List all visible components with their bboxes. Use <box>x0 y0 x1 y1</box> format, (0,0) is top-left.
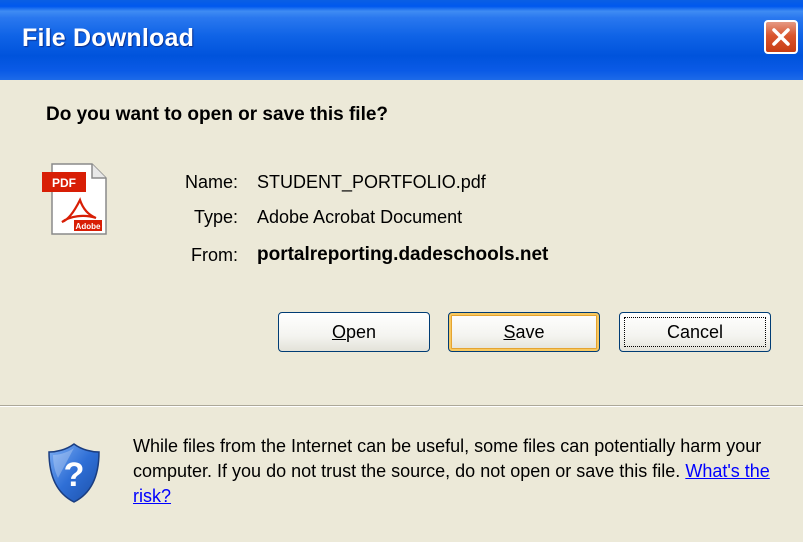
security-warning: While files from the Internet can be use… <box>133 434 793 509</box>
close-icon <box>772 28 790 46</box>
focus-rectangle <box>624 317 766 347</box>
open-button[interactable]: Open <box>278 312 430 352</box>
warning-text: While files from the Internet can be use… <box>133 436 762 481</box>
type-label: Type: <box>193 207 238 227</box>
file-type-value: Adobe Acrobat Document <box>257 207 463 227</box>
from-label: From: <box>191 245 238 265</box>
adobe-brand-text: Adobe <box>76 222 101 231</box>
pdf-file-icon: PDF Adobe <box>42 163 107 235</box>
open-button-mnemonic: O <box>331 321 346 342</box>
shield-question-icon: ? <box>48 443 100 503</box>
open-button-label: pen <box>345 321 377 342</box>
pdf-badge-text: PDF <box>52 176 76 190</box>
dialog-question: Do you want to open or save this file? <box>46 104 389 125</box>
window-title: File Download <box>22 24 195 52</box>
file-download-dialog: File Download Do you want to open or sav… <box>0 0 803 542</box>
save-button-mnemonic: S <box>503 321 516 342</box>
cancel-button[interactable]: Cancel <box>619 312 771 352</box>
svg-text:?: ? <box>64 456 85 494</box>
divider <box>0 405 803 407</box>
save-button-label: ave <box>515 321 545 342</box>
file-name-value: STUDENT_PORTFOLIO.pdf <box>257 172 486 192</box>
save-button[interactable]: Save <box>448 312 600 352</box>
file-source-value: portalreporting.dadeschools.net <box>257 244 549 265</box>
name-label: Name: <box>184 172 238 192</box>
close-button[interactable] <box>764 20 798 54</box>
title-bar[interactable]: File Download <box>0 0 803 80</box>
